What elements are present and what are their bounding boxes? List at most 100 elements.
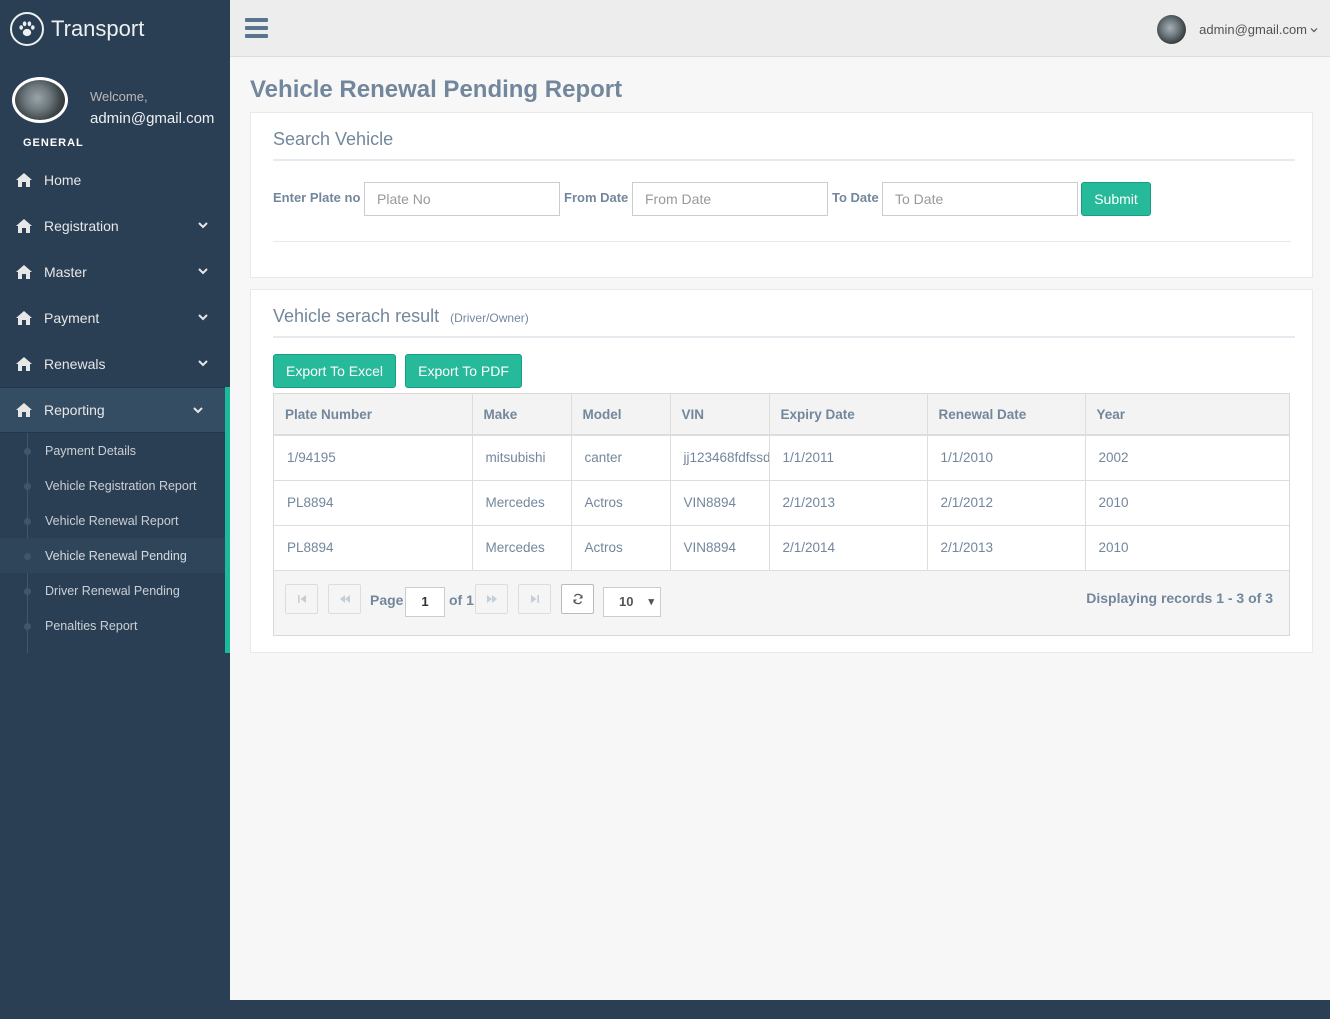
sidebar-item-label: Payment <box>44 310 100 326</box>
sidebar-item-label: Renewals <box>44 356 106 372</box>
divider <box>273 241 1291 242</box>
table-cell: Actros <box>571 480 671 526</box>
sidebar-item-label: Home <box>44 172 82 188</box>
submenu-item-payment-details[interactable]: Payment Details <box>0 433 225 468</box>
brand[interactable]: Transport <box>0 0 230 57</box>
sidebar-item-reporting[interactable]: Reporting <box>0 387 225 433</box>
results-table: Plate Number Make Model VIN Expiry Date … <box>274 394 1289 571</box>
profile: Welcome, admin@gmail.com GENERAL <box>0 57 230 157</box>
sidebar-item-master[interactable]: Master <box>0 249 230 295</box>
submit-button[interactable]: Submit <box>1081 182 1151 216</box>
table-row[interactable]: PL8894 Mercedes Actros VIN8894 2/1/2014 … <box>274 525 1289 571</box>
sidebar-group-reporting: Reporting Payment Details Vehicle Regist… <box>0 387 230 653</box>
table-cell: 2/1/2014 <box>769 525 928 571</box>
table-cell: 1/1/2011 <box>769 435 928 481</box>
table-cell: 2/1/2012 <box>927 480 1086 526</box>
submenu-item-driver-renewal-pending[interactable]: Driver Renewal Pending <box>0 573 225 608</box>
page-number-input[interactable]: 1 <box>405 587 445 617</box>
table-cell: 2/1/2013 <box>927 525 1086 571</box>
table-cell: PL8894 <box>274 525 473 571</box>
export-excel-button[interactable]: Export To Excel <box>273 354 396 388</box>
sidebar-menu: Home Registration Master Payment Renewal… <box>0 157 230 653</box>
plate-input[interactable] <box>364 182 560 216</box>
chevron-down-icon <box>1310 27 1318 32</box>
table-cell: 1/1/2010 <box>927 435 1086 481</box>
chevron-down-icon <box>198 360 208 367</box>
table-cell: jj123468fdfssdfs <box>670 435 770 481</box>
table-header-row: Plate Number Make Model VIN Expiry Date … <box>274 394 1289 436</box>
menu-toggle-icon[interactable] <box>245 18 268 38</box>
divider <box>273 159 1295 161</box>
sidebar-item-label: Reporting <box>44 402 105 418</box>
avatar <box>12 77 68 123</box>
home-icon <box>16 403 32 417</box>
column-header[interactable]: Renewal Date <box>927 394 1086 436</box>
page-title: Vehicle Renewal Pending Report <box>250 76 623 103</box>
results-grid: Plate Number Make Model VIN Expiry Date … <box>273 393 1290 636</box>
next-page-icon <box>486 595 497 603</box>
to-date-input[interactable] <box>882 182 1078 216</box>
table-cell: mitsubishi <box>472 435 572 481</box>
refresh-icon <box>572 593 583 605</box>
sidebar-item-home[interactable]: Home <box>0 157 230 203</box>
from-date-input[interactable] <box>632 182 828 216</box>
next-page-button[interactable] <box>475 584 508 614</box>
user-menu[interactable]: admin@gmail.com <box>1157 15 1318 44</box>
menu-section-title: GENERAL <box>23 137 84 149</box>
table-cell: 2/1/2013 <box>769 480 928 526</box>
submenu-item-vehicle-registration-report[interactable]: Vehicle Registration Report <box>0 468 225 503</box>
welcome-text: Welcome, <box>90 89 148 104</box>
table-cell: VIN8894 <box>670 525 770 571</box>
table-cell: 2010 <box>1085 525 1289 571</box>
from-date-label: From Date <box>564 190 629 205</box>
table-cell: 1/94195 <box>274 435 473 481</box>
submenu-item-vehicle-renewal-pending[interactable]: Vehicle Renewal Pending <box>0 538 225 573</box>
sidebar-item-renewals[interactable]: Renewals <box>0 341 230 387</box>
page-label: Page <box>370 592 404 608</box>
table-cell: 2002 <box>1085 435 1289 481</box>
home-icon <box>16 265 32 279</box>
page-size-select[interactable]: 10 <box>603 587 661 617</box>
submenu-item-vehicle-renewal-report[interactable]: Vehicle Renewal Report <box>0 503 225 538</box>
last-page-icon <box>530 595 539 603</box>
submenu-item-penalties-report[interactable]: Penalties Report <box>0 608 225 643</box>
results-subtitle: (Driver/Owner) <box>450 311 529 325</box>
pagination-bar: Page 1 of 1 10 Displaying records 1 - 3 … <box>274 570 1289 635</box>
table-cell: Mercedes <box>472 525 572 571</box>
column-header[interactable]: Year <box>1085 394 1289 436</box>
sidebar-item-payment[interactable]: Payment <box>0 295 230 341</box>
home-icon <box>16 219 32 233</box>
table-row[interactable]: 1/94195 mitsubishi canter jj123468fdfssd… <box>274 435 1289 481</box>
sidebar-item-registration[interactable]: Registration <box>0 203 230 249</box>
export-pdf-button[interactable]: Export To PDF <box>405 354 522 388</box>
refresh-button[interactable] <box>561 584 594 614</box>
welcome-user: admin@gmail.com <box>90 110 215 127</box>
first-page-button[interactable] <box>285 584 318 614</box>
brand-title: Transport <box>51 15 145 41</box>
table-cell: 2010 <box>1085 480 1289 526</box>
sidebar: Transport Welcome, admin@gmail.com GENER… <box>0 0 230 1000</box>
column-header[interactable]: Make <box>472 394 572 436</box>
table-cell: Mercedes <box>472 480 572 526</box>
sidebar-item-label: Registration <box>44 218 119 234</box>
column-header[interactable]: Model <box>571 394 671 436</box>
main-content: Vehicle Renewal Pending Report Search Ve… <box>230 57 1330 1000</box>
paw-icon <box>10 11 44 46</box>
panel-title: Search Vehicle <box>273 129 394 149</box>
table-row[interactable]: PL8894 Mercedes Actros VIN8894 2/1/2013 … <box>274 480 1289 526</box>
column-header[interactable]: Plate Number <box>274 394 473 436</box>
sidebar-item-label: Master <box>44 264 87 280</box>
table-cell: PL8894 <box>274 480 473 526</box>
to-date-label: To Date <box>832 190 879 205</box>
chevron-down-icon <box>198 314 208 321</box>
plate-label: Enter Plate no <box>273 190 361 205</box>
column-header[interactable]: Expiry Date <box>769 394 928 436</box>
table-cell: Actros <box>571 525 671 571</box>
last-page-button[interactable] <box>518 584 551 614</box>
column-header[interactable]: VIN <box>670 394 770 436</box>
prev-page-button[interactable] <box>328 584 361 614</box>
table-cell: canter <box>571 435 671 481</box>
reporting-submenu: Payment Details Vehicle Registration Rep… <box>0 433 225 653</box>
chevron-down-icon <box>193 407 203 414</box>
records-summary: Displaying records 1 - 3 of 3 <box>1086 590 1273 606</box>
